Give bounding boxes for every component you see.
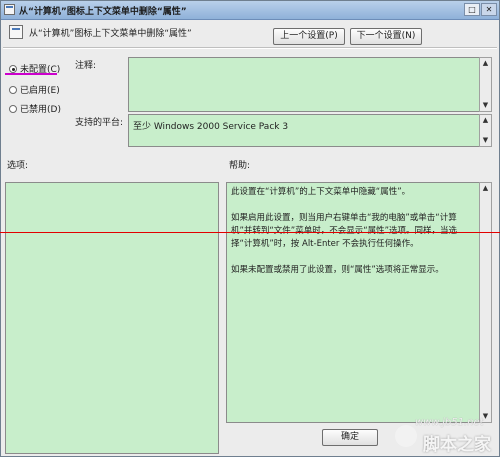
watermark-logo-icon [395, 425, 417, 447]
watermark-site: www.jb51.net [415, 417, 484, 428]
help-paragraph: 此设置在“计算机”的上下文菜单中隐藏“属性”。 [231, 187, 411, 197]
next-setting-button[interactable]: 下一个设置(N) [350, 28, 422, 45]
close-button[interactable]: ✕ [481, 3, 497, 16]
notes-scrollbar[interactable]: ▲ ▼ [479, 57, 492, 112]
help-scrollbar[interactable]: ▲ ▼ [479, 182, 492, 423]
options-label: 选项: [7, 161, 29, 171]
radio-label: 已禁用(D) [20, 105, 61, 115]
radio-label: 已启用(E) [20, 86, 60, 96]
previous-setting-button[interactable]: 上一个设置(P) [273, 28, 345, 45]
scroll-up-icon[interactable]: ▲ [480, 115, 491, 126]
maximize-icon: □ [468, 5, 476, 14]
watermark-brand: 脚本之家 [423, 435, 491, 455]
window-title: 从“计算机”图标上下文菜单中删除“属性” [19, 7, 187, 17]
help-label: 帮助: [229, 161, 251, 171]
policy-icon [4, 4, 15, 15]
radio-enabled[interactable]: 已启用(E) [9, 83, 60, 96]
help-text-panel: 此设置在“计算机”的上下文菜单中隐藏“属性”。 如果启用此设置，则当用户右键单击… [226, 182, 481, 423]
header-divider [3, 47, 497, 49]
help-paragraph: 如果未配置或禁用了此设置，则“属性”选项将正常显示。 [231, 265, 444, 275]
notes-textarea[interactable] [128, 57, 481, 112]
scroll-up-icon[interactable]: ▲ [480, 58, 491, 69]
policy-setting-window: 从“计算机”图标上下文菜单中删除“属性” □ ✕ 从“计算机”图标上下文菜单中删… [0, 0, 500, 457]
platform-value: 至少 Windows 2000 Service Pack 3 [133, 122, 289, 132]
radio-dot-selected[interactable] [9, 64, 17, 73]
options-panel [5, 182, 219, 454]
setting-icon [9, 25, 23, 39]
radio-dot[interactable] [9, 104, 17, 113]
annotation-red-line [0, 232, 500, 233]
ok-button[interactable]: 确定 [322, 429, 378, 446]
platform-label: 支持的平台: [75, 118, 124, 128]
radio-disabled[interactable]: 已禁用(D) [9, 102, 61, 115]
platform-scrollbar[interactable]: ▲ ▼ [479, 114, 492, 147]
maximize-button[interactable]: □ [464, 3, 480, 16]
scroll-down-icon[interactable]: ▼ [480, 100, 491, 111]
close-icon: ✕ [485, 5, 493, 14]
notes-label: 注释: [75, 61, 97, 71]
highlight-underline [5, 73, 57, 75]
radio-dot[interactable] [9, 85, 17, 94]
platform-field: 至少 Windows 2000 Service Pack 3 [128, 114, 481, 147]
setting-name: 从“计算机”图标上下文菜单中删除“属性” [29, 29, 192, 39]
title-bar[interactable]: 从“计算机”图标上下文菜单中删除“属性” □ ✕ [1, 1, 499, 20]
scroll-down-icon[interactable]: ▼ [480, 135, 491, 146]
scroll-up-icon[interactable]: ▲ [480, 183, 491, 194]
